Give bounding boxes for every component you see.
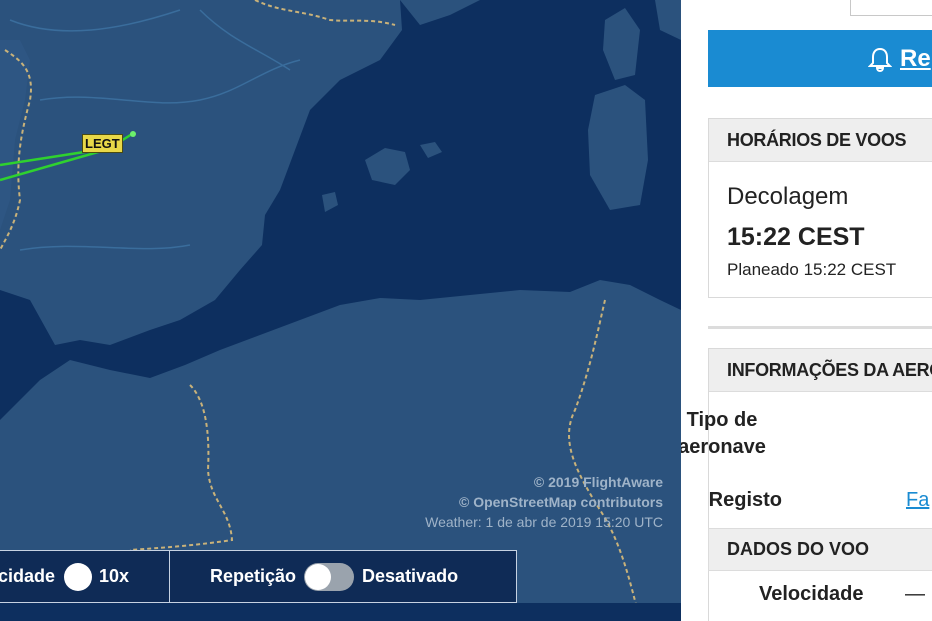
aircraft-info-card: INFORMAÇÕES DA AERONAVE Tipo de aeronave… bbox=[681, 348, 932, 621]
schedule-header: HORÁRIOS DE VOOS bbox=[709, 119, 932, 162]
menorca bbox=[420, 142, 442, 158]
airport-label[interactable]: LEGT bbox=[82, 134, 123, 153]
section-divider bbox=[708, 326, 932, 329]
replay-control: Repetição Desativado bbox=[170, 551, 516, 602]
corsica bbox=[603, 8, 640, 80]
replay-label: Repetição bbox=[210, 566, 297, 586]
flight-tracker-page: LEGT © 2019 FlightAware © OpenStreetMap … bbox=[0, 0, 932, 621]
italy-land bbox=[655, 0, 681, 40]
map-bottom-strip bbox=[0, 603, 681, 621]
flight-data-header: DADOS DO VOO bbox=[708, 528, 932, 571]
playback-controls: cidade 10x Repetição Desativado bbox=[0, 550, 517, 603]
iberia-landmass bbox=[0, 0, 402, 345]
france-coast bbox=[400, 0, 480, 25]
ibiza bbox=[322, 192, 338, 212]
schedule-card: HORÁRIOS DE VOOS Decolagem 15:22 CEST Pl… bbox=[708, 118, 932, 298]
departure-time: 15:22 CEST bbox=[727, 223, 865, 251]
alert-button[interactable]: Re bbox=[708, 30, 932, 87]
speed-control[interactable]: cidade 10x bbox=[0, 551, 170, 602]
bell-icon bbox=[868, 46, 892, 72]
aircraft-type-label: Tipo de aeronave bbox=[681, 409, 766, 458]
copyright-text: © 2019 FlightAware bbox=[533, 474, 663, 490]
toggle-knob bbox=[305, 563, 332, 590]
alert-button-label: Re bbox=[900, 44, 931, 72]
aircraft-info-header: INFORMAÇÕES DA AERONAVE bbox=[709, 349, 932, 392]
planned-time: Planeado 15:22 CEST bbox=[727, 260, 897, 279]
aircraft-position-marker bbox=[130, 131, 136, 137]
flight-map[interactable]: LEGT © 2019 FlightAware © OpenStreetMap … bbox=[0, 0, 681, 621]
speed-field-label: Velocidade bbox=[759, 583, 864, 605]
flight-info-panel: Re HORÁRIOS DE VOOS Decolagem 15:22 CEST… bbox=[681, 0, 932, 621]
osm-attribution[interactable]: © OpenStreetMap contributors bbox=[425, 492, 663, 512]
sardinia bbox=[588, 85, 648, 210]
departure-label: Decolagem bbox=[727, 183, 849, 210]
speed-label: cidade bbox=[0, 566, 56, 586]
top-input[interactable] bbox=[850, 0, 932, 16]
fast-forward-icon[interactable] bbox=[2, 552, 93, 591]
replay-state: Desativado bbox=[362, 566, 459, 586]
replay-toggle[interactable] bbox=[304, 562, 355, 591]
map-credits: © 2019 FlightAware © OpenStreetMap contr… bbox=[425, 472, 663, 532]
mallorca bbox=[365, 148, 410, 185]
speed-value: 10x bbox=[99, 566, 130, 586]
weather-timestamp: Weather: 1 de abr de 2019 15:20 UTC bbox=[425, 514, 663, 530]
speed-field-value: — bbox=[905, 583, 925, 605]
registration-label: Registo bbox=[708, 489, 782, 511]
registration-link[interactable]: Fa bbox=[906, 487, 929, 514]
